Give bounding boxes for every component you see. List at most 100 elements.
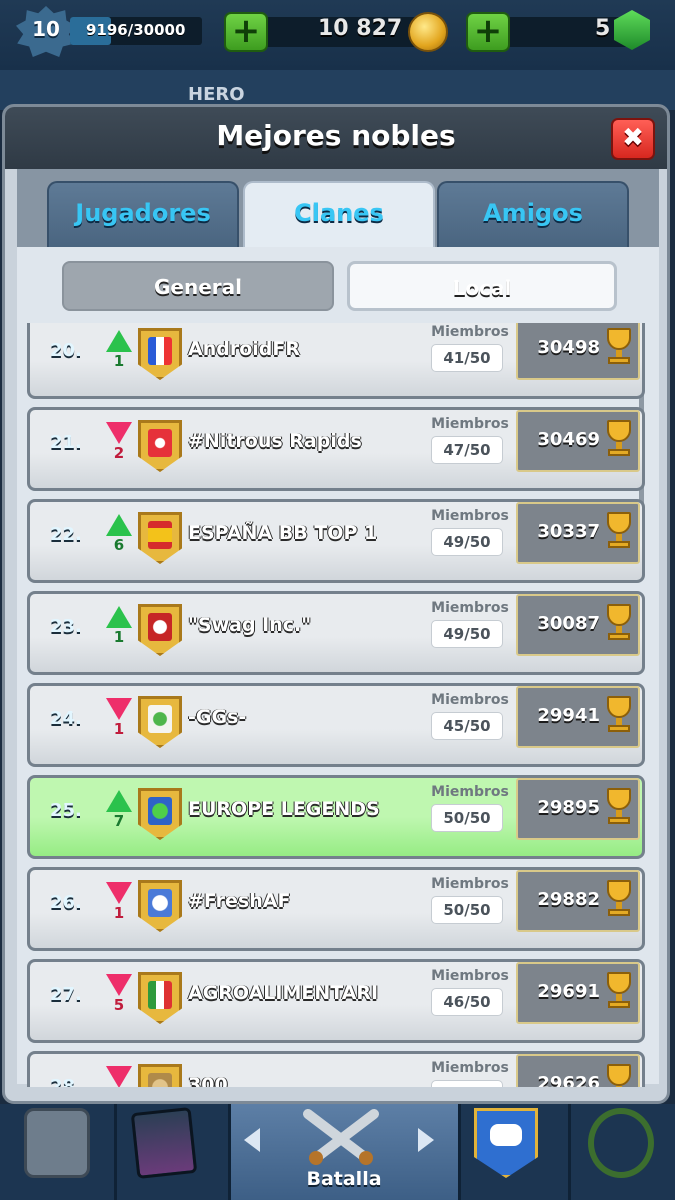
background-title: HERO <box>188 84 245 105</box>
clan-row[interactable]: 22. 6 ESPAÑA BB TOP 1 Miembros 49/50 30337 <box>27 499 645 583</box>
clan-name: "Swag Inc." <box>188 614 312 636</box>
subtab-local[interactable]: Local <box>347 261 617 311</box>
arrow-down-icon <box>106 698 132 720</box>
arrow-down-icon <box>106 1066 132 1087</box>
clan-row[interactable]: 25. 7 EUROPE LEGENDS Miembros 50/50 29895 <box>27 775 645 859</box>
crossed-swords-icon <box>296 1106 386 1166</box>
clan-name: -GGs- <box>188 706 247 728</box>
add-gold-button[interactable]: + <box>224 12 268 52</box>
arrow-up-icon <box>106 790 132 812</box>
cards-icon[interactable] <box>130 1107 198 1179</box>
arrow-up-icon <box>106 514 132 536</box>
clan-rank: 27. <box>50 984 82 1005</box>
gold-amount: 10 827 <box>318 16 403 41</box>
trophy-box: 29626 <box>516 1054 640 1087</box>
clan-rank: 22. <box>50 524 82 545</box>
trophy-box: 29895 <box>516 778 640 840</box>
clan-row[interactable]: 26. 1 #FreshAF Miembros 50/50 29882 <box>27 867 645 951</box>
arrow-down-icon <box>106 422 132 444</box>
members-label: Miembros <box>431 508 509 524</box>
clan-row[interactable]: 20. 1 AndroidFR Miembros 41/50 30498 <box>27 323 645 399</box>
arrow-up-icon <box>106 330 132 352</box>
trophy-icon <box>602 972 636 1012</box>
members-label: Miembros <box>431 692 509 708</box>
trophy-count: 29626 <box>537 1073 600 1087</box>
clan-row[interactable]: 23. 1 "Swag Inc." Miembros 49/50 30087 <box>27 591 645 675</box>
clan-name: #Nitrous Rapids <box>188 430 362 452</box>
rank-change: 1 <box>113 720 125 738</box>
clan-name: AndroidFR <box>188 338 300 360</box>
trophy-count: 30087 <box>537 613 600 634</box>
rank-change: 1 <box>113 352 125 370</box>
arrow-down-icon <box>106 882 132 904</box>
trophy-box: 30469 <box>516 410 640 472</box>
arrow-down-icon <box>106 974 132 996</box>
trophy-icon <box>602 512 636 552</box>
trophy-box: 30087 <box>516 594 640 656</box>
members-count: 41/50 <box>431 344 503 372</box>
rank-change: 1 <box>113 628 125 646</box>
modal-title: Mejores nobles <box>216 119 456 152</box>
tab-clanes[interactable]: Clanes <box>243 181 435 247</box>
members-count: 49/50 <box>431 528 503 556</box>
france-flag-badge <box>138 328 182 380</box>
rank-change: 7 <box>113 812 125 830</box>
tab-jugadores[interactable]: Jugadores <box>47 181 239 247</box>
rank-change: 1 <box>113 904 125 922</box>
trophy-icon <box>602 880 636 920</box>
members-label: Miembros <box>431 784 509 800</box>
clan-name: EUROPE LEGENDS <box>188 798 380 820</box>
clan-row[interactable]: 28. 300 Miembros 29626 <box>27 1051 645 1087</box>
trophy-icon <box>602 1064 636 1087</box>
members-label: Miembros <box>431 324 509 340</box>
spain-flag-badge <box>138 512 182 564</box>
nav-divider <box>568 1104 571 1200</box>
italy-flag-badge <box>138 972 182 1024</box>
tab-amigos[interactable]: Amigos <box>437 181 629 247</box>
tournament-wreath-icon[interactable] <box>588 1108 654 1178</box>
chevron-right-icon[interactable] <box>418 1128 434 1152</box>
members-label: Miembros <box>431 416 509 432</box>
arrow-up-icon <box>106 606 132 628</box>
trophy-icon <box>602 788 636 828</box>
clan-row[interactable]: 21. 2 #Nitrous Rapids Miembros 47/50 30469 <box>27 407 645 491</box>
clan-rank: 23. <box>50 616 82 637</box>
members-count: 47/50 <box>431 436 503 464</box>
members-count: 46/50 <box>431 988 503 1016</box>
clan-row[interactable]: 27. 5 AGROALIMENTARI Miembros 46/50 29691 <box>27 959 645 1043</box>
trophy-count: 30337 <box>537 521 600 542</box>
trophy-box: 29691 <box>516 962 640 1024</box>
clan-name: 300 <box>188 1074 228 1087</box>
shop-chest-icon[interactable] <box>24 1108 90 1178</box>
members-count: 49/50 <box>431 620 503 648</box>
level-number: 10 <box>32 17 60 41</box>
clan-rank: 26. <box>50 892 82 913</box>
xp-text: 9196/30000 <box>86 21 186 39</box>
clan-row[interactable]: 24. 1 -GGs- Miembros 45/50 29941 <box>27 683 645 767</box>
subtab-general[interactable]: General <box>62 261 334 311</box>
clan-name: AGROALIMENTARI <box>188 982 379 1004</box>
flower-badge <box>138 880 182 932</box>
clan-ranking-list[interactable]: 20. 1 AndroidFR Miembros 41/50 30498 21. 2 #Nitr… <box>17 323 659 1087</box>
modal-header: Mejores nobles ✖ <box>5 107 667 169</box>
members-count: 50/50 <box>431 896 503 924</box>
trophy-box: 30337 <box>516 502 640 564</box>
green-gem-badge <box>138 788 182 840</box>
clan-name: ESPAÑA BB TOP 1 <box>188 522 378 544</box>
clan-rank: 21. <box>50 432 82 453</box>
chat-bubble-icon <box>490 1124 522 1146</box>
gems-amount: 5 <box>595 16 611 41</box>
close-button[interactable]: ✖ <box>611 118 655 160</box>
trophy-box: 29941 <box>516 686 640 748</box>
clan-rank: 25. <box>50 800 82 821</box>
rank-change: 5 <box>113 996 125 1014</box>
trophy-count: 29691 <box>537 981 600 1002</box>
rank-change: 6 <box>113 536 125 554</box>
chevron-left-icon[interactable] <box>244 1128 260 1152</box>
trophy-count: 29941 <box>537 705 600 726</box>
leaderboard-modal: Mejores nobles ✖ Jugadores Clanes Amigos… <box>2 104 670 1104</box>
add-gems-button[interactable]: + <box>466 12 510 52</box>
trophy-icon <box>602 696 636 736</box>
nav-battle-label: Batalla <box>306 1168 382 1190</box>
trophy-count: 30498 <box>537 337 600 358</box>
